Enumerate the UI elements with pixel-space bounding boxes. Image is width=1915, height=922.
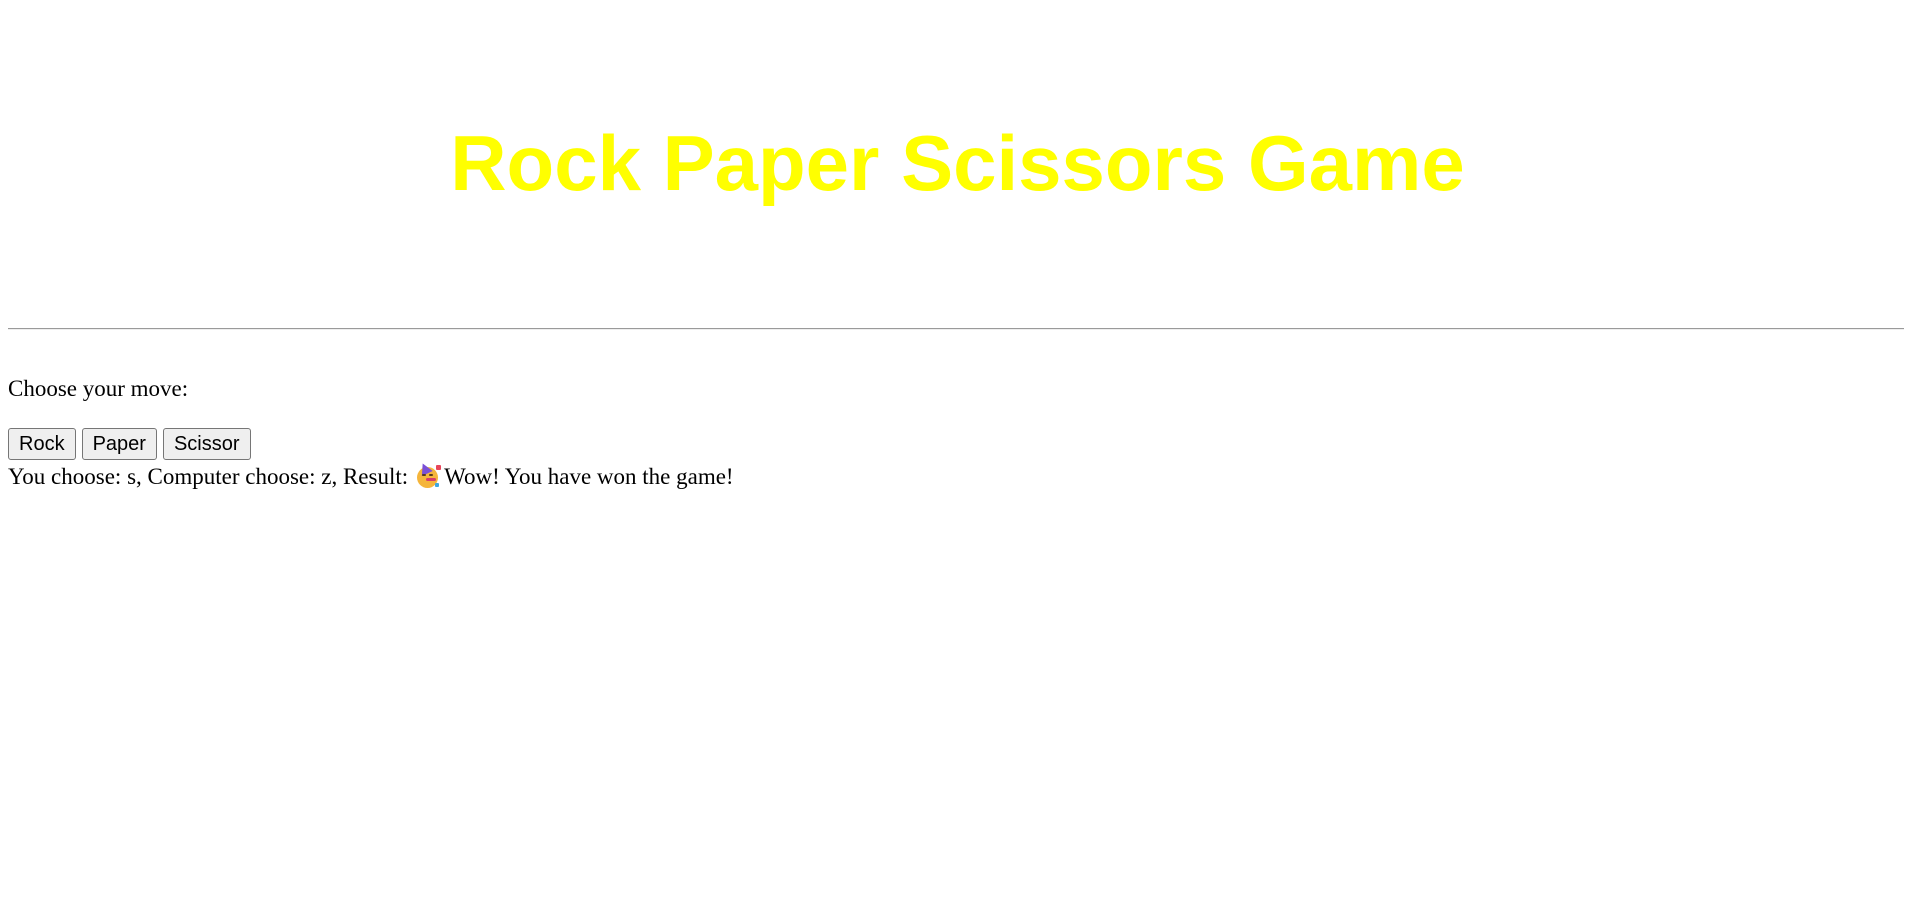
move-prompt: Choose your move:	[8, 376, 189, 401]
move-buttons: Rock Paper Scissor	[8, 428, 251, 460]
result-summary: You choose: s, Computer choose: z, Resul…	[8, 464, 409, 489]
title-container: Rock Paper Scissors Game	[0, 118, 1915, 208]
scissor-button[interactable]: Scissor	[162, 428, 251, 460]
result-message: Wow! You have won the game!	[444, 464, 734, 489]
paper-button[interactable]: Paper	[81, 428, 157, 460]
rock-button[interactable]: Rock	[8, 428, 76, 460]
partying-face-icon	[416, 460, 442, 489]
game-page: Rock Paper Scissors Game Choose your mov…	[0, 0, 1915, 922]
divider	[8, 328, 1904, 330]
result-line: You choose: s, Computer choose: z, Resul…	[8, 460, 734, 490]
page-title: Rock Paper Scissors Game	[450, 119, 1465, 207]
